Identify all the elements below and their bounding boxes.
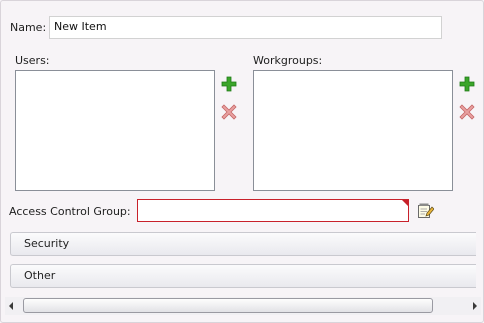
workgroups-label: Workgroups: [253, 54, 323, 67]
name-label: Name: [10, 21, 47, 34]
section-other-header[interactable]: Other [10, 264, 476, 288]
users-list[interactable] [15, 70, 215, 191]
scroll-right-icon[interactable] [473, 302, 477, 310]
workgroups-list[interactable] [253, 70, 453, 191]
access-control-group-input[interactable] [137, 199, 409, 222]
section-security-header[interactable]: Security [10, 232, 476, 256]
name-input[interactable]: New Item [49, 16, 442, 39]
users-label: Users: [15, 54, 50, 67]
horizontal-scrollbar[interactable] [5, 297, 481, 315]
scrollbar-thumb[interactable] [23, 298, 433, 313]
add-workgroup-icon[interactable] [459, 76, 475, 92]
remove-workgroup-icon[interactable] [459, 104, 475, 120]
validation-error-marker [402, 200, 408, 206]
add-user-icon[interactable] [221, 76, 237, 92]
edit-access-control-group-icon[interactable] [417, 202, 434, 219]
scroll-left-icon[interactable] [9, 302, 13, 310]
access-control-group-label: Access Control Group: [9, 205, 131, 218]
remove-user-icon[interactable] [221, 104, 237, 120]
form-panel: Name: New Item Users: Workgroups: Access… [0, 0, 484, 323]
